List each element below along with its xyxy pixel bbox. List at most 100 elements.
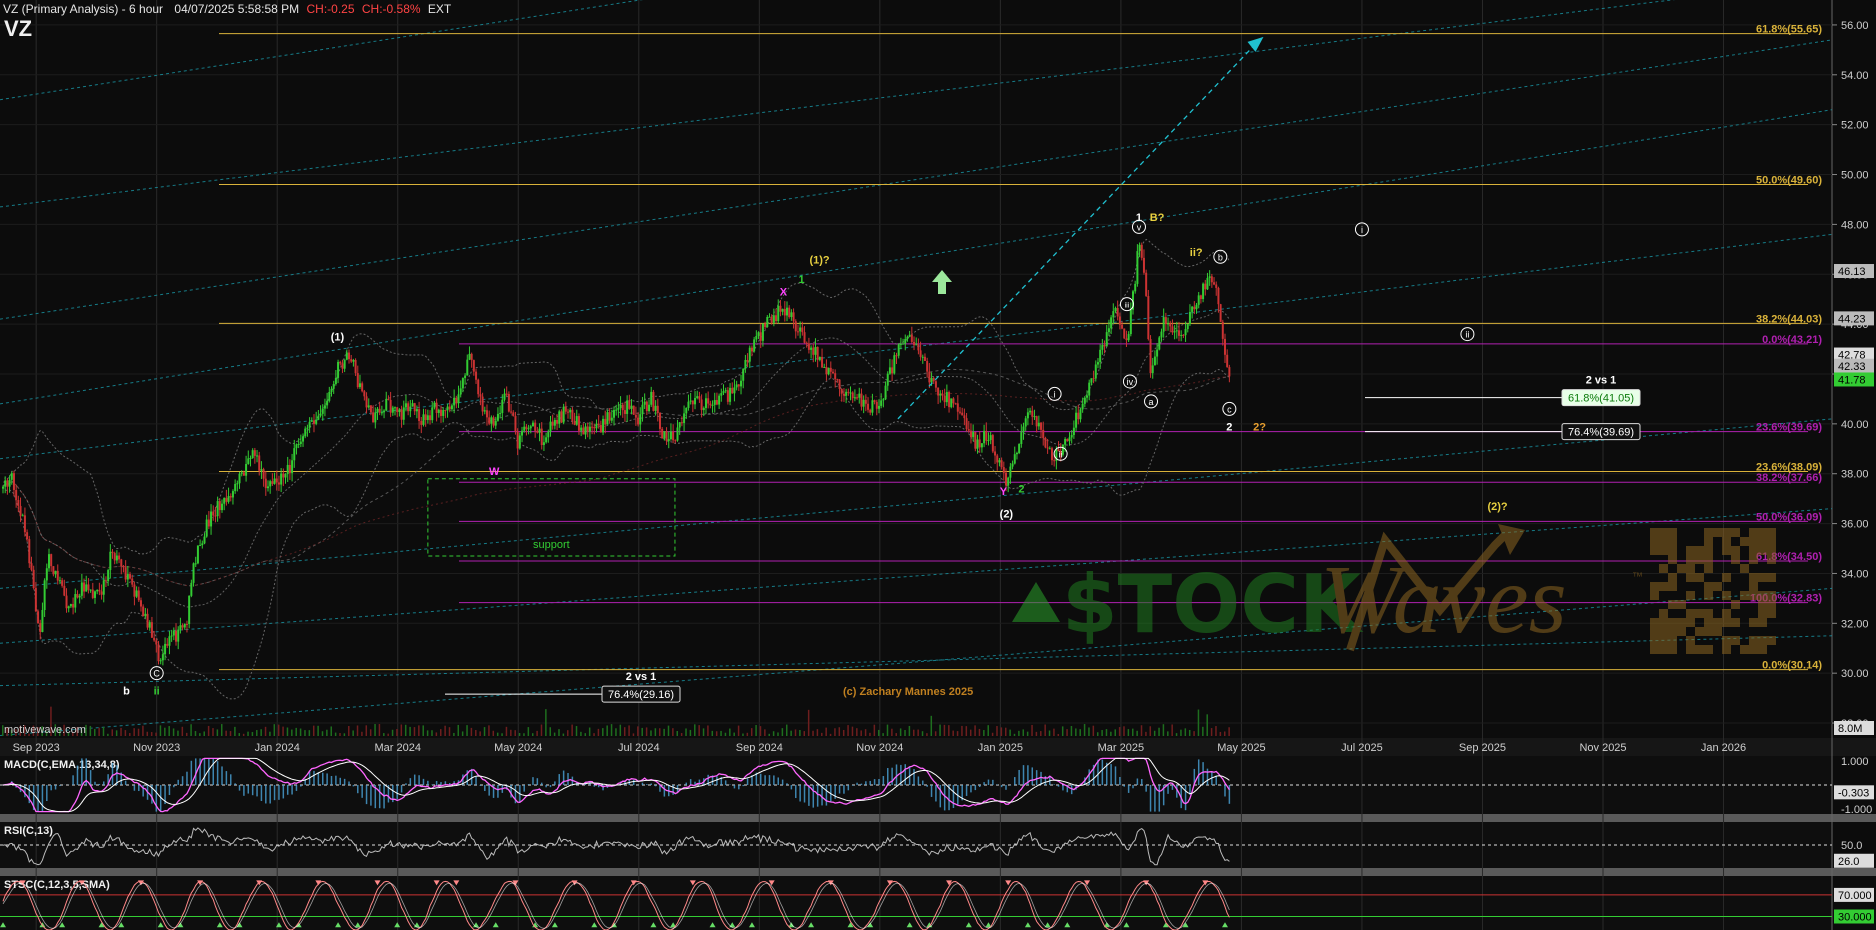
candle-body <box>413 403 416 412</box>
candle-body <box>1050 448 1053 461</box>
target-box-label: 76.4%(39.69) <box>1568 427 1634 439</box>
wave-label[interactable]: b <box>1218 252 1223 262</box>
candle-body <box>1178 330 1181 336</box>
candle-body <box>661 428 664 439</box>
chart-canvas[interactable]: 61.8%(55.65) 50.0%(49.60) 38.2%(44.03) 0.0%… <box>0 0 1876 930</box>
candle-body <box>183 623 186 628</box>
qr-cell <box>1650 546 1659 555</box>
wave-label[interactable]: X <box>780 287 788 299</box>
candle-body <box>1112 311 1115 318</box>
volume-bar <box>702 728 705 736</box>
wave-label[interactable]: iv <box>1127 377 1134 387</box>
candle-body <box>792 312 795 322</box>
wave-label[interactable]: v <box>1137 222 1142 232</box>
wave-label[interactable]: (2) <box>1000 509 1014 521</box>
candle-body <box>630 405 633 409</box>
price-tick-label: 30.00 <box>1841 668 1869 680</box>
pane-divider-2[interactable] <box>0 868 1876 876</box>
volume-bar <box>435 732 438 736</box>
candle-body <box>315 419 318 424</box>
candle-body <box>1182 334 1185 336</box>
candle-body <box>897 344 900 356</box>
qr-cell <box>1704 618 1713 627</box>
volume-bar <box>1040 731 1042 736</box>
stoch-pane[interactable] <box>0 876 1832 930</box>
volume-bar <box>199 733 201 736</box>
wave-label[interactable]: i <box>1361 225 1363 235</box>
volume-bar <box>431 730 433 736</box>
qr-cell <box>1767 537 1776 546</box>
candle-body <box>913 341 916 346</box>
wave-label[interactable]: c <box>1227 404 1232 414</box>
wave-label[interactable]: B? <box>1150 212 1165 224</box>
wave-label[interactable]: W <box>489 466 500 478</box>
wave-label[interactable]: ii <box>1465 330 1469 340</box>
wave-label[interactable]: ii <box>154 686 160 698</box>
header-change-pct: CH:-0.58% <box>361 2 421 16</box>
candle-body <box>856 397 859 399</box>
volume-bar <box>251 732 254 736</box>
candle-body <box>567 411 570 413</box>
candle-body <box>358 383 361 388</box>
wave-label[interactable]: (2)? <box>1487 501 1507 513</box>
indicator-title: RSI(C,13) <box>4 825 53 837</box>
candle-body <box>212 511 215 516</box>
qr-cell <box>1677 618 1686 627</box>
volume-bar <box>1057 733 1060 736</box>
volume-bar <box>667 725 670 736</box>
volume-bar <box>348 725 350 736</box>
wave-label[interactable]: (1)? <box>809 254 829 266</box>
candle-body <box>941 393 944 396</box>
wave-label[interactable]: iii <box>1125 303 1130 310</box>
candle-body <box>1083 397 1086 404</box>
candle-body <box>516 431 519 449</box>
candle-body <box>1044 437 1047 448</box>
pane-divider-1[interactable] <box>0 814 1876 822</box>
candle-body <box>1156 349 1159 357</box>
wave-label[interactable]: 2 <box>1226 421 1232 433</box>
qr-cell <box>1704 555 1713 564</box>
candle-body <box>932 378 935 382</box>
volume-bar <box>641 727 643 736</box>
date-tick-label: Sep 2023 <box>13 742 60 754</box>
candle-body <box>880 400 883 406</box>
volume-bar <box>383 733 385 736</box>
wave-label[interactable]: Y <box>1000 486 1008 498</box>
wave-label[interactable]: (1) <box>331 332 345 344</box>
candle-body <box>332 384 335 389</box>
candle-body <box>192 563 195 583</box>
candle-body <box>139 600 142 607</box>
wave-label[interactable]: b <box>123 686 130 698</box>
candle-body <box>996 455 999 463</box>
candle-body <box>115 555 118 561</box>
volume-bar <box>374 724 376 736</box>
volume-bar <box>234 726 236 736</box>
volume-bar <box>413 727 416 736</box>
volume-bar <box>930 715 933 736</box>
wave-label[interactable]: 2? <box>1253 421 1266 433</box>
wave-label[interactable]: a <box>1149 397 1154 407</box>
wave-label[interactable]: 1 <box>798 274 804 286</box>
candle-body <box>1088 382 1091 396</box>
qr-cell <box>1749 537 1758 546</box>
candle-body <box>821 356 824 368</box>
candle-body <box>615 409 618 411</box>
candle-body <box>50 554 53 567</box>
candle-body <box>21 515 24 517</box>
wave-label[interactable]: ii <box>1059 449 1063 459</box>
volume-bar <box>181 726 184 736</box>
volume-bar <box>273 724 276 736</box>
volume-bar <box>115 730 118 736</box>
candle-body <box>181 625 184 628</box>
volume-bar <box>426 730 429 736</box>
wave-label[interactable]: ii? <box>1190 247 1203 259</box>
volume-bar <box>593 733 595 736</box>
wave-label[interactable]: C <box>153 669 160 679</box>
volume-bar <box>326 729 328 736</box>
rsi-pane[interactable] <box>0 822 1832 868</box>
wave-label[interactable]: i <box>1054 389 1056 399</box>
wave-label[interactable]: 2 <box>1018 484 1024 496</box>
candle-body <box>527 428 530 430</box>
candle-body <box>790 312 793 318</box>
volume-bar <box>851 726 854 736</box>
